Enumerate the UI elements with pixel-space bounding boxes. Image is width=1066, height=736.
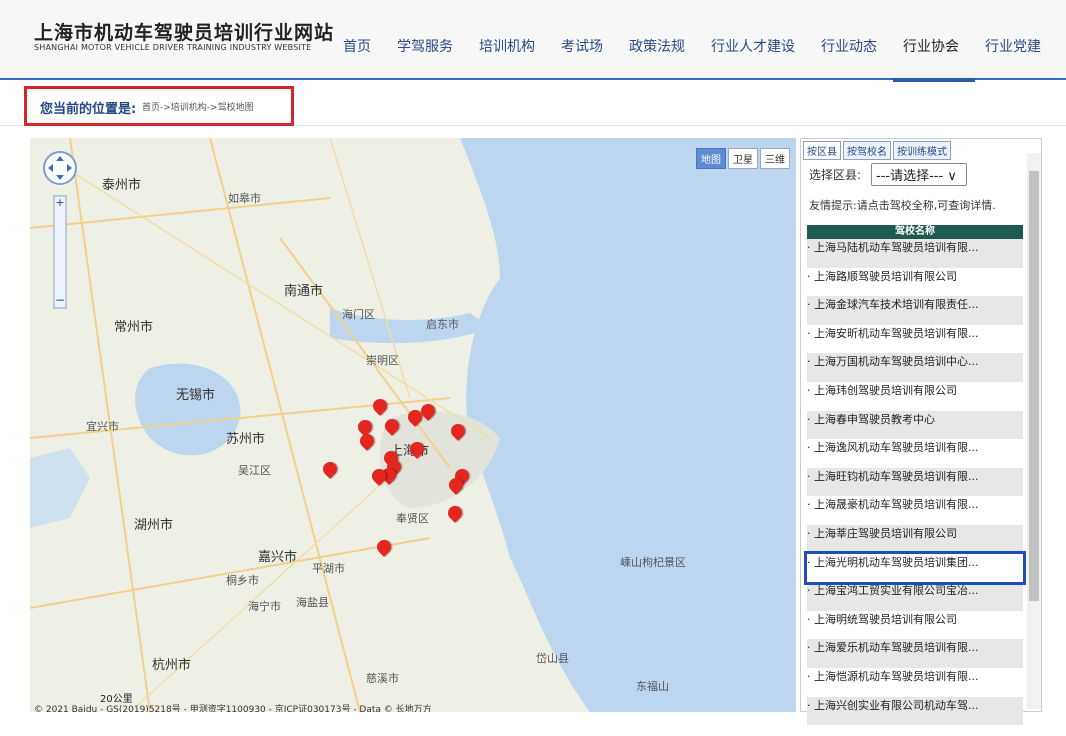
site-logo-en: SHANGHAI MOTOR VEHICLE DRIVER TRAINING I… — [34, 43, 312, 52]
school-list-item[interactable]: · 上海明统驾驶员培训有限公司 — [807, 611, 1023, 640]
school-list-item[interactable]: · 上海恺源机动车驾驶员培训有限... — [807, 668, 1023, 697]
school-list-item[interactable]: · 上海逸风机动车驾驶员培训有限... — [807, 439, 1023, 468]
map-label: 无锡市 — [176, 388, 216, 403]
nav-policy[interactable]: 政策法规 — [616, 36, 698, 56]
map-label: 南通市 — [284, 284, 324, 299]
map-label: 东福山 — [636, 680, 669, 693]
school-list-item[interactable]: · 上海春申驾驶员教考中心 — [807, 410, 1023, 440]
district-select[interactable]: ---请选择--- ∨ — [871, 163, 968, 186]
school-list-item[interactable]: · 上海万国机动车驾驶员培训中心... — [807, 353, 1023, 382]
map-label: 苏州市 — [226, 432, 266, 447]
school-list-item[interactable]: · 上海晟豪机动车驾驶员培训有限... — [807, 496, 1023, 525]
site-logo-cn[interactable]: 上海市机动车驾驶员培训行业网站 — [34, 18, 334, 45]
main-nav: 首页 学驾服务 培训机构 考试场 政策法规 行业人才建设 行业动态 行业协会 行… — [330, 36, 1054, 56]
map-type-map[interactable]: 地图 — [696, 148, 726, 169]
map-type-3d[interactable]: 三维 — [760, 148, 790, 169]
nav-association[interactable]: 行业协会 — [890, 36, 972, 56]
svg-text:+: + — [55, 196, 64, 209]
map-label: 启东市 — [426, 318, 459, 331]
breadcrumb-title: 您当前的位置是: — [40, 102, 137, 117]
map-label: 如皋市 — [228, 192, 261, 205]
map-label: 嘉兴市 — [258, 550, 298, 565]
nav-party[interactable]: 行业党建 — [972, 36, 1054, 56]
map-label: 常州市 — [114, 320, 154, 335]
map-label: 慈溪市 — [366, 672, 399, 685]
scrollbar-thumb[interactable] — [1029, 171, 1039, 601]
hint-text: 友情提示:请点击驾校全称,可查询详情. — [809, 199, 996, 212]
school-map[interactable]: + − 地图 卫星 三维 泰州市 如皋市 南通市 常州市 无锡市 苏州市 上海市… — [30, 138, 796, 712]
nav-training-institutions[interactable]: 培训机构 — [466, 36, 548, 56]
map-label: 奉贤区 — [396, 512, 429, 525]
school-list-item[interactable]: · 上海爱乐机动车驾驶员培训有限... — [807, 639, 1023, 668]
map-copyright: © 2021 Baidu - GS(2019)5218号 - 甲测资字11009… — [34, 705, 432, 712]
panel-tabs: 按区县 按驾校名 按训练模式 — [803, 141, 953, 160]
map-label: 崇明区 — [366, 354, 399, 367]
tab-by-training-mode[interactable]: 按训练模式 — [893, 141, 951, 160]
district-select-row: 选择区县: ---请选择--- ∨ — [809, 163, 968, 186]
nav-exam-site[interactable]: 考试场 — [548, 36, 616, 56]
school-list-item[interactable]: · 上海宝鸿工贸实业有限公司宝冶... — [807, 582, 1023, 611]
map-label: 海宁市 — [248, 600, 281, 613]
map-type-switcher: 地图 卫星 三维 — [694, 148, 790, 169]
nav-news[interactable]: 行业动态 — [808, 36, 890, 56]
nav-talent[interactable]: 行业人才建设 — [698, 36, 808, 56]
school-list-panel: 按区县 按驾校名 按训练模式 选择区县: ---请选择--- ∨ 友情提示:请点… — [800, 138, 1042, 726]
map-label: 吴江区 — [238, 464, 271, 477]
map-label: 桐乡市 — [226, 574, 259, 587]
school-list-item[interactable]: · 上海兴创实业有限公司机动车驾... — [807, 696, 1023, 726]
nav-home[interactable]: 首页 — [330, 36, 384, 56]
school-list-item[interactable]: · 上海莘庄驾驶员培训有限公司 — [807, 524, 1023, 554]
map-label: 湖州市 — [134, 518, 174, 533]
map-label: 平湖市 — [312, 562, 345, 575]
map-label: 岱山县 — [536, 652, 569, 665]
school-list-item[interactable]: · 上海玮创驾驶员培训有限公司 — [807, 382, 1023, 411]
school-list-item[interactable]: · 上海路顺驾驶员培训有限公司 — [807, 268, 1023, 297]
school-list-item[interactable]: · 上海旺钧机动车驾驶员培训有限... — [807, 467, 1023, 497]
map-label: 海门区 — [342, 308, 375, 321]
tab-by-school-name[interactable]: 按驾校名 — [843, 141, 891, 160]
map-label: 海盐县 — [296, 596, 329, 609]
breadcrumb-bar: 您当前的位置是: 首页->培训机构->驾校地图 — [0, 82, 1066, 126]
breadcrumb[interactable]: 首页->培训机构->驾校地图 — [142, 100, 254, 113]
map-label: 杭州市 — [152, 658, 192, 673]
tab-by-district[interactable]: 按区县 — [803, 141, 841, 160]
school-list: · 上海马陆机动车驾驶员培训有限... · 上海路顺驾驶员培训有限公司 · 上海… — [804, 239, 1026, 726]
school-list-item[interactable]: · 上海安昕机动车驾驶员培训有限... — [807, 325, 1023, 354]
map-label: 宜兴市 — [86, 420, 119, 433]
district-select-label: 选择区县: — [809, 168, 862, 182]
list-scrollbar[interactable] — [1027, 153, 1041, 709]
map-label: 泰州市 — [102, 178, 142, 193]
school-list-header: 驾校名称 — [807, 225, 1023, 239]
site-header: 上海市机动车驾驶员培训行业网站 SHANGHAI MOTOR VEHICLE D… — [0, 0, 1066, 82]
map-type-satellite[interactable]: 卫星 — [728, 148, 758, 169]
map-label: 嵊山枸杞景区 — [620, 556, 686, 569]
school-list-item-selected[interactable]: · 上海光明机动车驾驶员培训集团... — [804, 550, 1026, 586]
svg-text:−: − — [55, 293, 65, 307]
nav-learn-driving[interactable]: 学驾服务 — [384, 36, 466, 56]
school-list-item[interactable]: · 上海金球汽车技术培训有限责任... — [807, 296, 1023, 325]
school-list-item[interactable]: · 上海马陆机动车驾驶员培训有限... — [807, 239, 1023, 268]
